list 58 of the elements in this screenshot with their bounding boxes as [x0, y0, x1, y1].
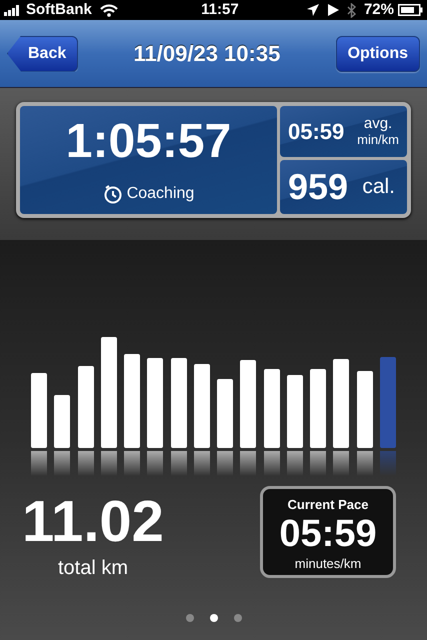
- distance-label: total km: [56, 556, 129, 581]
- split-bar[interactable]: [147, 358, 164, 448]
- split-bar[interactable]: [54, 395, 70, 448]
- split-bar[interactable]: [310, 369, 326, 448]
- bar-reflection: [31, 451, 47, 476]
- duration-value: 1:05:57: [66, 118, 232, 166]
- split-bar[interactable]: [194, 364, 210, 448]
- avg-label: avg.: [364, 116, 392, 133]
- split-bar[interactable]: [78, 366, 94, 448]
- page-dot[interactable]: [234, 614, 242, 622]
- bar-reflection: [217, 451, 234, 476]
- avg-pace-value: 05:59: [288, 118, 344, 146]
- nav-title: 11/09/23 10:35: [134, 40, 280, 68]
- bar-reflection: [310, 451, 326, 476]
- split-bar[interactable]: [100, 337, 117, 448]
- split-bar[interactable]: [170, 358, 187, 448]
- bar-reflection: [54, 451, 70, 476]
- unit-label: min/km: [357, 132, 399, 147]
- bar-reflection: [124, 451, 140, 476]
- battery-percent: 72%: [364, 0, 394, 20]
- battery-icon: [398, 4, 423, 16]
- split-bar[interactable]: [240, 360, 256, 448]
- split-bar[interactable]: [124, 354, 140, 448]
- callout-unit: minutes/km: [294, 555, 362, 574]
- status-time: 11:57: [200, 0, 239, 20]
- split-bar[interactable]: [286, 375, 303, 448]
- bar-reflection: [100, 451, 117, 476]
- stopwatch-icon: [102, 184, 123, 204]
- split-bar[interactable]: [333, 359, 350, 448]
- page-dot[interactable]: [186, 614, 194, 622]
- split-bar[interactable]: [264, 369, 280, 448]
- bar-reflection: [333, 451, 350, 476]
- coaching-label: Coaching: [126, 184, 194, 204]
- split-bar[interactable]: [217, 379, 234, 448]
- bluetooth-icon: [346, 2, 356, 18]
- distance-value: 11.02: [22, 493, 164, 551]
- calories-value: 959: [288, 165, 348, 209]
- bar-reflection: [170, 451, 187, 476]
- bar-reflection: [194, 451, 210, 476]
- location-arrow-icon: [306, 3, 320, 17]
- carrier-name: SoftBank: [26, 0, 92, 20]
- play-icon: [328, 4, 339, 16]
- calories-unit: cal.: [362, 174, 395, 200]
- callout-title: Current Pace: [286, 496, 370, 514]
- bar-reflection: [147, 451, 164, 476]
- bar-reflection: [380, 451, 396, 476]
- bar-reflection: [286, 451, 303, 476]
- wifi-icon: [100, 4, 118, 16]
- split-bar[interactable]: [356, 371, 373, 448]
- options-button[interactable]: Options: [336, 36, 420, 72]
- bar-reflection: [240, 451, 256, 476]
- page-dot[interactable]: [210, 614, 218, 622]
- back-button[interactable]: Back: [7, 36, 78, 72]
- bar-reflection: [78, 451, 94, 476]
- bar-reflection: [356, 451, 373, 476]
- bar-reflection: [264, 451, 280, 476]
- signal-icon: [4, 4, 22, 16]
- current-pace-value: 05:59: [278, 514, 378, 554]
